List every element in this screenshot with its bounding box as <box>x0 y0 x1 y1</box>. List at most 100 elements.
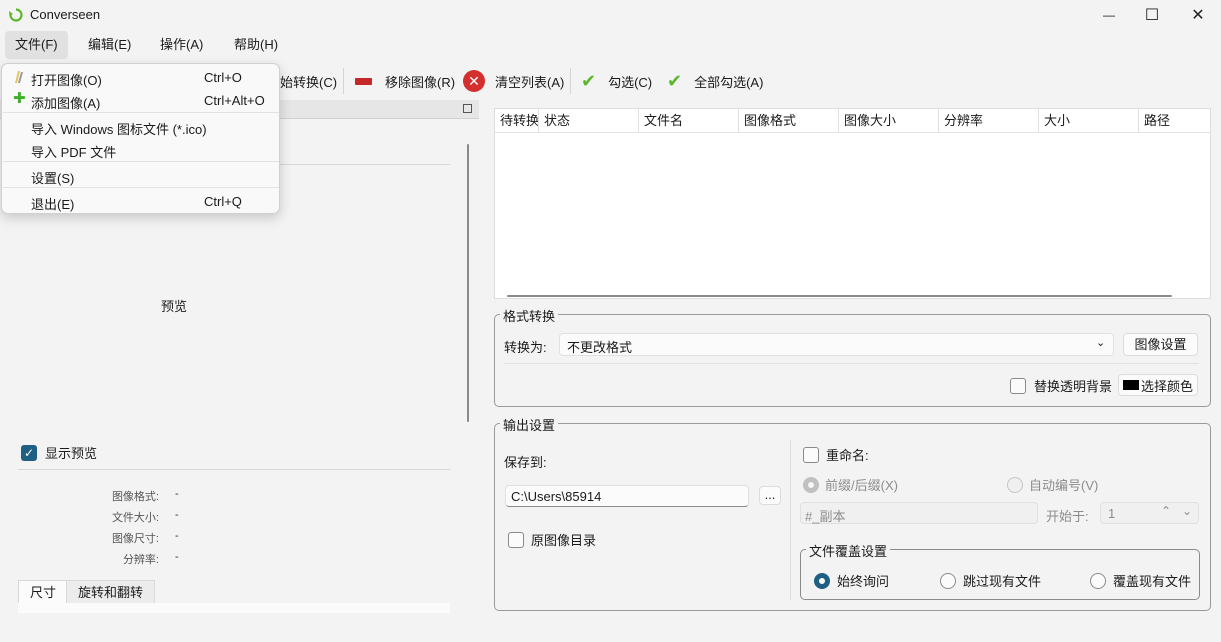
divider <box>18 469 450 470</box>
convert-to-label: 转换为: <box>504 340 547 355</box>
column-header-filename[interactable]: 文件名 <box>639 109 739 133</box>
output-path-input[interactable]: C:\Users\85914 <box>505 485 749 507</box>
maximize-icon: ☐ <box>1144 7 1160 24</box>
tab-rotate-flip[interactable]: 旋转和翻转 <box>66 580 156 604</box>
start-at-spinbox[interactable]: 1 ⌃ ⌄ <box>1100 502 1199 524</box>
menu-help[interactable]: 帮助(H) <box>224 31 288 59</box>
maximize-button[interactable]: ☐ <box>1129 0 1175 30</box>
browse-button[interactable]: ... <box>759 486 781 505</box>
skip-existing-radio[interactable]: 跳过现有文件 <box>940 571 1041 590</box>
color-swatch <box>1122 380 1139 390</box>
info-resolution-value: - <box>175 551 179 563</box>
checkbox-unchecked-icon <box>508 531 524 548</box>
column-header-format[interactable]: 图像格式 <box>739 109 839 133</box>
checkmark-icon: ✔ <box>667 70 683 91</box>
menu-separator <box>3 112 279 113</box>
preview-scrollbar[interactable] <box>467 144 469 422</box>
choose-color-button[interactable]: 选择颜色 <box>1118 374 1198 396</box>
clear-list-button[interactable]: ✕ 清空列表(A) <box>463 68 564 94</box>
format-select-value: 不更改格式 <box>567 340 633 355</box>
info-format-value: - <box>175 488 179 500</box>
show-preview-checkbox[interactable]: ✓ 显示预览 <box>21 443 97 462</box>
info-filesize-value: - <box>175 509 179 521</box>
info-format-label: 图像格式: <box>111 491 159 503</box>
column-header-path[interactable]: 路径 <box>1139 109 1210 133</box>
divider <box>790 440 791 600</box>
chevron-up-icon[interactable]: ⌃ <box>1161 504 1171 518</box>
add-image-label: 添加图像(A) <box>31 96 101 111</box>
divider <box>504 363 1199 364</box>
import-pdf-label: 导入 PDF 文件 <box>31 145 117 160</box>
info-dimensions-value: - <box>175 530 179 542</box>
remove-icon <box>355 77 372 85</box>
column-header-pending[interactable]: 待转换 <box>495 109 539 133</box>
checkbox-checked-icon: ✓ <box>21 444 37 461</box>
start-at-value: 1 <box>1108 506 1116 521</box>
add-image-shortcut: Ctrl+Alt+O <box>204 93 265 108</box>
prefix-suffix-label: 前缀/后缀(X) <box>825 478 898 493</box>
replace-transparent-bg-checkbox[interactable]: 替换透明背景 <box>1010 376 1112 395</box>
check-all-button[interactable]: ✔ 全部勾选(A) <box>667 68 763 94</box>
preview-label: 预览 <box>161 299 188 314</box>
save-to-label: 保存到: <box>504 455 547 470</box>
format-select[interactable]: 不更改格式 ⌄ <box>559 333 1114 356</box>
radio-disabled-icon <box>803 476 819 493</box>
start-convert-button[interactable]: 始转换(C) <box>280 68 337 94</box>
prefix-suffix-radio[interactable]: 前缀/后缀(X) <box>803 475 898 494</box>
window-title: Converseen <box>30 7 101 22</box>
check-all-label: 全部勾选(A) <box>694 74 764 90</box>
check-button[interactable]: ✔ 勾选(C) <box>581 68 652 94</box>
overwrite-existing-radio[interactable]: 覆盖现有文件 <box>1090 571 1191 590</box>
menu-item-open-image[interactable]: 打开图像(O) Ctrl+O <box>2 66 279 88</box>
file-table[interactable]: 待转换 状态 文件名 图像格式 图像大小 分辨率 大小 路径 <box>494 108 1211 299</box>
column-header-status[interactable]: 状态 <box>539 109 639 133</box>
menu-item-exit[interactable]: 退出(E) Ctrl+Q <box>2 190 279 212</box>
menu-file[interactable]: 文件(F) <box>5 31 68 59</box>
rename-checkbox[interactable]: 重命名: <box>803 445 869 464</box>
exit-label: 退出(E) <box>31 197 75 212</box>
close-button[interactable]: ✕ <box>1175 0 1221 30</box>
dock-float-icon[interactable] <box>463 104 472 113</box>
suffix-value: #_副本 <box>805 509 846 524</box>
import-ico-label: 导入 Windows 图标文件 (*.ico) <box>31 122 207 137</box>
title-bar: Converseen — ☐ ✕ <box>0 0 1221 30</box>
radio-checked-icon <box>814 572 830 589</box>
replace-bg-label: 替换透明背景 <box>1034 379 1113 394</box>
checkmark-icon: ✔ <box>581 70 597 91</box>
menu-edit[interactable]: 编辑(E) <box>78 31 141 59</box>
original-dir-checkbox[interactable]: 原图像目录 <box>508 530 596 549</box>
close-icon: ✕ <box>1191 7 1205 24</box>
image-settings-button[interactable]: 图像设置 <box>1123 333 1198 356</box>
overwrite-existing-label: 覆盖现有文件 <box>1113 574 1192 589</box>
output-path-value: C:\Users\85914 <box>511 489 602 504</box>
menu-action[interactable]: 操作(A) <box>150 31 213 59</box>
menu-item-add-image[interactable]: ✚ 添加图像(A) Ctrl+Alt+O <box>2 89 279 111</box>
chevron-down-icon[interactable]: ⌄ <box>1182 504 1192 518</box>
open-image-label: 打开图像(O) <box>31 73 102 88</box>
menu-item-settings[interactable]: 设置(S) <box>2 164 279 186</box>
skip-existing-label: 跳过现有文件 <box>963 574 1042 589</box>
tab-size[interactable]: 尺寸 <box>18 580 69 604</box>
suffix-input[interactable]: #_副本 <box>800 502 1038 524</box>
auto-number-radio[interactable]: 自动编号(V) <box>1007 475 1098 494</box>
radio-disabled-icon <box>1007 476 1023 493</box>
clear-list-label: 清空列表(A) <box>495 74 565 90</box>
column-header-image-size[interactable]: 图像大小 <box>839 109 939 133</box>
column-header-resolution[interactable]: 分辨率 <box>939 109 1039 133</box>
minimize-button[interactable]: — <box>1086 0 1132 30</box>
remove-image-button[interactable]: 移除图像(R) <box>355 68 455 94</box>
settings-label: 设置(S) <box>31 171 75 186</box>
always-ask-label: 始终询问 <box>837 574 890 589</box>
menu-separator <box>3 161 279 162</box>
menu-item-import-pdf[interactable]: 导入 PDF 文件 <box>2 138 279 160</box>
tab-panel <box>18 603 450 613</box>
auto-number-label: 自动编号(V) <box>1029 478 1099 493</box>
menu-item-import-ico[interactable]: 导入 Windows 图标文件 (*.ico) <box>2 115 279 137</box>
plus-icon: ✚ <box>13 90 26 107</box>
radio-unchecked-icon <box>940 572 956 589</box>
always-ask-radio[interactable]: 始终询问 <box>814 571 889 590</box>
checkbox-unchecked-icon <box>803 446 819 463</box>
info-filesize-label: 文件大小: <box>111 512 159 524</box>
column-header-size[interactable]: 大小 <box>1039 109 1139 133</box>
table-horizontal-scrollbar[interactable] <box>507 295 1172 297</box>
